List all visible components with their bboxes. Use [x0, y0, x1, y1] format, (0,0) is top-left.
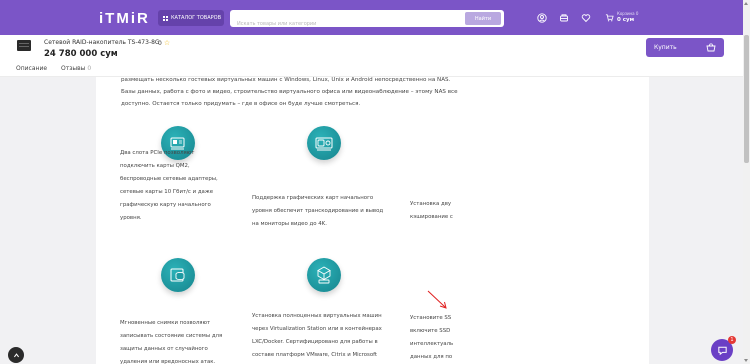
- feature-text: Установка дву кэширование с: [410, 201, 453, 220]
- tab-reviews[interactable]: Отзывы 0: [61, 65, 91, 72]
- feature-text: Установка полноценных виртуальных машин …: [252, 313, 382, 358]
- catalog-button[interactable]: КАТАЛОГ ТОВАРОВ: [158, 10, 224, 26]
- chat-icon: [717, 346, 727, 355]
- scroll-to-top-button[interactable]: [8, 347, 24, 363]
- chevron-up-icon: [13, 352, 19, 357]
- product-thumbnail: [17, 40, 31, 51]
- tab-description[interactable]: Описание: [16, 65, 47, 72]
- product-name: Сетевой RAID-накопитель TS-473-8G: [44, 39, 160, 46]
- virtualization-cube-icon: [307, 258, 341, 292]
- user-icon[interactable]: [535, 11, 549, 25]
- product-tabs: Описание Отзывы 0: [0, 63, 743, 76]
- description-intro: размещать несколько гостевых виртуальных…: [121, 77, 461, 110]
- search-input[interactable]: [230, 15, 462, 33]
- cart-widget[interactable]: Корзина 0 0 сум: [605, 9, 643, 27]
- cart-icon: [605, 14, 614, 22]
- scroll-up-icon[interactable]: [744, 2, 748, 5]
- buy-button[interactable]: Купить: [646, 38, 724, 57]
- heart-icon[interactable]: [579, 11, 593, 25]
- feature-text: Установите SS включите SSD интеллектуаль…: [410, 315, 454, 360]
- product-rating: 0 ☆: [158, 39, 170, 47]
- star-icon: ☆: [163, 39, 171, 47]
- annotation-arrow-icon: [427, 290, 447, 309]
- search-bar: Найти: [230, 10, 504, 33]
- rating-value: 0: [158, 39, 162, 47]
- page-scrollbar[interactable]: [743, 0, 750, 364]
- product-price: 24 780 000 сум: [44, 49, 118, 59]
- intro-line: Базы данных, работа с фото и видео, стро…: [121, 89, 458, 95]
- feature-text: Мгновенные снимки позволяют записывать с…: [120, 320, 223, 364]
- cart-total: 0 сум: [617, 17, 635, 23]
- product-sticky-bar: Сетевой RAID-накопитель TS-473-8G 0 ☆ 24…: [0, 35, 743, 63]
- scroll-down-icon[interactable]: [744, 359, 748, 362]
- feature-text: Поддержка графических карт начального ур…: [252, 195, 384, 227]
- reviews-count: 0: [87, 65, 92, 72]
- graphics-card-icon: [307, 126, 341, 160]
- search-button[interactable]: Найти: [465, 12, 501, 25]
- chat-badge: 1: [728, 336, 736, 344]
- site-logo[interactable]: iTMiR: [99, 10, 150, 27]
- scrollbar-thumb[interactable]: [744, 35, 749, 163]
- intro-line: размещать несколько гостевых виртуальных…: [121, 77, 451, 83]
- site-header: iTMiR КАТАЛОГ ТОВАРОВ Найти Корзина 0 0 …: [0, 0, 743, 35]
- compare-icon[interactable]: [557, 11, 571, 25]
- cart-label: Корзина 0: [617, 11, 639, 16]
- buy-label: Купить: [654, 44, 677, 51]
- grid-icon: [163, 15, 168, 21]
- feature-text: Два слота PCIe позволяют подключить карт…: [120, 150, 218, 221]
- intro-line: доступно. Остается только придумать – гд…: [121, 101, 361, 107]
- basket-icon: [706, 43, 716, 52]
- description-card: размещать несколько гостевых виртуальных…: [96, 77, 649, 364]
- snapshot-database-icon: [161, 258, 195, 292]
- catalog-label: КАТАЛОГ ТОВАРОВ: [171, 15, 221, 21]
